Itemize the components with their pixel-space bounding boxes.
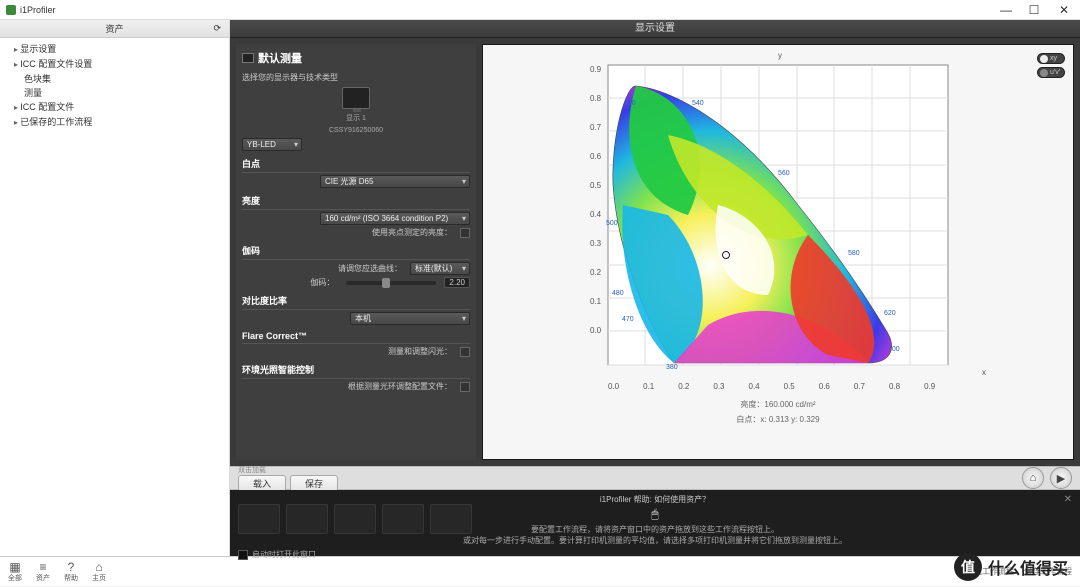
import-hint: 双击加载: [238, 465, 266, 475]
watermark: 值 什么值得买: [954, 553, 1068, 581]
window-titlebar: i1Profiler — ☐ ✕: [0, 0, 1080, 20]
y-ticks: 0.90.80.70.60.50.40.30.20.10.0: [590, 65, 601, 335]
app-title: i1Profiler: [20, 5, 56, 15]
lum-readout: 亮度：160.000 cd/m²: [740, 399, 815, 410]
svg-text:380: 380: [666, 364, 678, 371]
radio-uv[interactable]: u'v': [1037, 67, 1065, 78]
luminance-dropdown[interactable]: 160 cd/m² (ISO 3664 condition P2): [320, 212, 470, 225]
monitor-selector[interactable]: 显示 1 CSSY916250060: [242, 87, 470, 134]
tree-item-patches[interactable]: 色块集: [6, 72, 223, 86]
svg-text:470: 470: [622, 316, 634, 323]
tree-item-icc-settings[interactable]: ICC 配置文件设置: [6, 57, 223, 72]
gamma-section: 伽码: [242, 244, 470, 260]
use-measured-checkbox[interactable]: [460, 228, 470, 238]
maximize-button[interactable]: ☐: [1020, 3, 1048, 17]
tb-assets[interactable]: ≡资产: [36, 561, 50, 583]
gamma-value[interactable]: 2.20: [444, 277, 470, 288]
tree-item-display[interactable]: 显示设置: [6, 42, 223, 57]
tree-item-icc-profile[interactable]: ICC 配置文件: [6, 100, 223, 115]
sidebar: 资产 ⟳ 显示设置 ICC 配置文件设置 色块集 测量 ICC 配置文件 已保存…: [0, 20, 230, 556]
wp-readout: 白点：x: 0.313 y: 0.329: [736, 414, 819, 425]
cie-chart: 380470480 500520540 560580620700 y x 0.0…: [568, 55, 988, 395]
select-display-label: 选择您的显示器与技术类型: [242, 72, 470, 83]
luminance-section: 亮度: [242, 194, 470, 210]
panel-heading: 默认测量: [242, 50, 470, 66]
tb-help[interactable]: ?帮助: [64, 561, 78, 583]
gamma-slider[interactable]: [346, 281, 436, 285]
svg-text:580: 580: [848, 250, 860, 257]
whitepoint-dropdown[interactable]: CIE 光源 D65: [320, 175, 470, 188]
workflow-thumbs: [238, 504, 472, 534]
x-axis-label: x: [982, 368, 986, 377]
startup-label: 启动时打开此窗口: [252, 549, 316, 560]
monitor-thumb-icon: [342, 87, 370, 109]
help-line2: 或对每一步进行手动配置。要计算打印机测量的平均值，请选择多项打印机测量并将它们拖…: [238, 535, 1072, 546]
svg-text:520: 520: [624, 100, 636, 107]
y-axis-label: y: [778, 51, 782, 60]
tb-home[interactable]: ⌂主页: [92, 561, 106, 583]
x-ticks: 0.00.10.20.30.40.50.60.70.80.9: [608, 382, 935, 391]
flare-checkbox[interactable]: [460, 347, 470, 357]
help-panel: ✕ i1Profiler 帮助: 如何使用资产？ 🖱 要配置工作流程，请将资产窗…: [230, 490, 1080, 556]
minimize-button[interactable]: —: [992, 3, 1020, 17]
next-round-button[interactable]: ▶: [1050, 467, 1072, 489]
asset-tree: 显示设置 ICC 配置文件设置 色块集 测量 ICC 配置文件 已保存的工作流程: [0, 38, 229, 134]
watermark-text: 什么值得买: [988, 555, 1068, 579]
tree-item-measure[interactable]: 测量: [6, 86, 223, 100]
sidebar-header: 资产 ⟳: [0, 20, 229, 38]
import-bar: 双击加载 载入 保存 ⌂ ▶: [230, 466, 1080, 490]
refresh-icon[interactable]: ⟳: [213, 23, 221, 34]
workarea: 显示设置 默认测量 选择您的显示器与技术类型 显示 1 CSSY91625006…: [230, 20, 1080, 556]
svg-text:620: 620: [884, 310, 896, 317]
settings-panel: 默认测量 选择您的显示器与技术类型 显示 1 CSSY916250060 YB-…: [236, 44, 476, 460]
svg-text:560: 560: [778, 170, 790, 177]
startup-checkbox[interactable]: [238, 550, 248, 560]
help-close-icon[interactable]: ✕: [1064, 494, 1072, 505]
app-icon: [6, 5, 16, 15]
svg-text:480: 480: [612, 290, 624, 297]
svg-text:540: 540: [692, 100, 704, 107]
close-button[interactable]: ✕: [1048, 3, 1080, 17]
watermark-badge: 值: [954, 553, 982, 581]
ambient-section: 环境光照智能控制: [242, 363, 470, 379]
save-button[interactable]: 保存: [290, 475, 338, 492]
thumb[interactable]: [238, 504, 280, 534]
flare-section: Flare Correct™: [242, 331, 470, 344]
tech-dropdown[interactable]: YB-LED: [242, 138, 302, 151]
whitepoint-section: 白点: [242, 157, 470, 173]
tb-all[interactable]: ▦全部: [8, 561, 22, 583]
load-button[interactable]: 载入: [238, 475, 286, 492]
cie-preview: xy u'v': [482, 44, 1074, 460]
workarea-title: 显示设置: [230, 20, 1080, 38]
ambient-checkbox[interactable]: [460, 382, 470, 392]
radio-xy[interactable]: xy: [1037, 53, 1065, 64]
taskbar: ▦全部 ≡资产 ?帮助 ⌂主页 加载工作流程 保存工作流程: [0, 556, 1080, 586]
tonecurve-dropdown[interactable]: 标准(默认): [410, 262, 470, 275]
tree-item-workflow[interactable]: 已保存的工作流程: [6, 115, 223, 130]
svg-text:500: 500: [606, 220, 618, 227]
home-round-button[interactable]: ⌂: [1022, 467, 1044, 489]
contrast-section: 对比度比率: [242, 294, 470, 310]
monitor-icon: [242, 53, 254, 63]
svg-text:700: 700: [888, 346, 900, 353]
contrast-dropdown[interactable]: 本机: [350, 312, 470, 325]
